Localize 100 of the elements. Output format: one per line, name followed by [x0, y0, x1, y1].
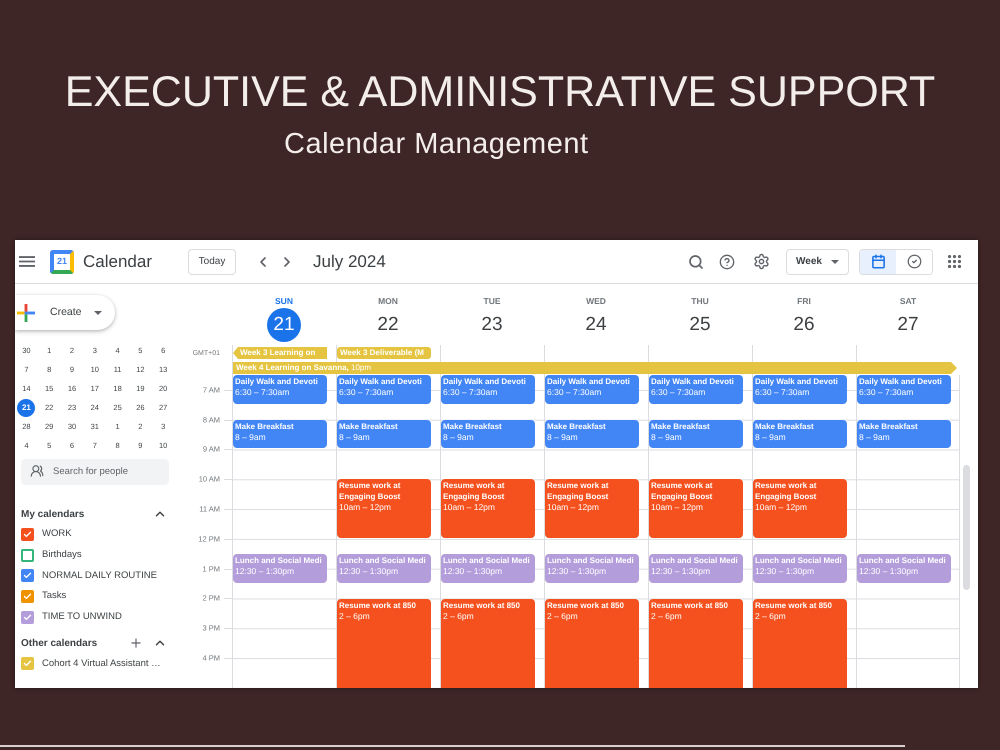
plus-icon	[17, 304, 35, 322]
event-time: 8 – 9am	[443, 432, 475, 443]
slide-subtitle: Calendar Management	[284, 128, 589, 161]
day-number[interactable]: 26	[787, 308, 821, 342]
calendar-event[interactable]: Daily Walk and Devoti 6:30 – 7:30am	[753, 375, 847, 404]
event-time: 2 – 6pm	[443, 610, 475, 622]
check-icon	[23, 612, 32, 622]
event-title: Make Breakfast	[235, 420, 295, 432]
calendar-event[interactable]: Make Breakfast 8 – 9am	[857, 420, 951, 448]
event-time: 12:30 – 1:30pm	[235, 566, 296, 577]
day-number[interactable]: 25	[683, 308, 717, 342]
settings-icon[interactable]	[753, 253, 770, 270]
event-title: Lunch and Social Medi	[235, 554, 323, 566]
calendar-event[interactable]: Daily Walk and Devoti 6:30 – 7:30am	[649, 375, 743, 404]
calendar-name: TIME TO UNWIND	[42, 610, 122, 624]
calendar-event[interactable]: Daily Walk and Devoti 6:30 – 7:30am	[337, 375, 431, 404]
event-title: Daily Walk and Devoti	[651, 376, 735, 387]
day-number[interactable]: 23	[475, 308, 509, 342]
current-period: July 2024	[313, 250, 386, 273]
event-time: 10am – 12pm	[547, 502, 600, 514]
event-title: Make Breakfast	[443, 420, 503, 432]
event-time: 12:30 – 1:30pm	[547, 566, 608, 577]
calendar-event[interactable]: Make Breakfast 8 – 9am	[545, 420, 639, 448]
checkbox[interactable]	[21, 590, 34, 603]
calendar-event[interactable]: Daily Walk and Devoti 6:30 – 7:30am	[441, 375, 535, 404]
weekday-label: SAT	[900, 296, 916, 306]
event-time: 2 – 6pm	[339, 610, 371, 622]
calendar-event[interactable]: Make Breakfast 8 – 9am	[441, 420, 535, 448]
event-title: Resume work at 850	[547, 600, 625, 610]
calendar-event[interactable]: Daily Walk and Devoti 6:30 – 7:30am	[857, 375, 951, 404]
search-field[interactable]: Search for people	[21, 458, 169, 484]
event-title: Daily Walk and Devoti	[339, 376, 423, 387]
event-title: Make Breakfast	[859, 420, 919, 432]
checkbox[interactable]	[21, 610, 34, 624]
calendar-event[interactable]: Make Breakfast 8 – 9am	[337, 420, 431, 448]
calendar-name: WORK	[42, 527, 72, 542]
check-icon	[23, 659, 32, 668]
event-time: 12:30 – 1:30pm	[755, 566, 816, 577]
event-time: 8 – 9am	[651, 432, 683, 443]
event-title: Resume work at Engaging Boost	[755, 480, 818, 502]
event-title: Daily Walk and Devoti	[443, 376, 527, 387]
plus-icon[interactable]	[129, 636, 143, 650]
event-title: Resume work at 850	[443, 600, 521, 610]
checkbox[interactable]	[21, 528, 34, 541]
event-title: Lunch and Social Medi	[651, 554, 739, 566]
event-title: Lunch and Social Medi	[443, 554, 531, 566]
calendar-icon	[870, 254, 886, 269]
caret-icon	[94, 310, 102, 314]
day-number[interactable]: 27	[891, 308, 925, 342]
checkbox[interactable]	[21, 657, 34, 670]
event-time: 12:30 – 1:30pm	[651, 566, 712, 577]
event-title: Daily Walk and Devoti	[547, 376, 631, 387]
event-title: Lunch and Social Medi	[859, 554, 947, 566]
today-button[interactable]: Today	[188, 248, 236, 274]
slide-title: EXECUTIVE & ADMINISTRATIVE SUPPORT	[64, 68, 936, 117]
calendar-event[interactable]: Make Breakfast 8 – 9am	[649, 420, 743, 448]
help-icon[interactable]	[719, 254, 735, 270]
day-number[interactable]: 21	[267, 308, 301, 342]
day-number[interactable]: 24	[579, 308, 613, 342]
event-time: 10am – 12pm	[755, 502, 808, 514]
calendar-event[interactable]: Make Breakfast 8 – 9am	[753, 420, 847, 448]
event-time: 6:30 – 7:30am	[859, 387, 914, 398]
weekday-label: FRI	[797, 296, 811, 306]
day-number[interactable]: 22	[371, 308, 405, 342]
event-title: Resume work at Engaging Boost	[651, 480, 714, 502]
create-button[interactable]: Create	[15, 295, 115, 330]
event-time: 8 – 9am	[859, 432, 891, 443]
menu-icon[interactable]	[19, 256, 35, 267]
check-icon	[23, 530, 32, 539]
search-icon[interactable]	[688, 254, 704, 270]
scrollbar[interactable]	[963, 465, 970, 590]
apps-grid-icon[interactable]	[946, 253, 963, 270]
event-title: Resume work at 850	[755, 600, 833, 610]
event-time: 6:30 – 7:30am	[235, 387, 290, 398]
calendar-name: Tasks	[42, 589, 66, 604]
event-time: 10am – 12pm	[443, 502, 496, 514]
checkbox[interactable]	[21, 548, 34, 562]
calendar-logo: 21	[50, 250, 74, 274]
event-time: 8 – 9am	[235, 432, 267, 443]
weekday-label: THU	[691, 296, 709, 306]
mini-calendar-day[interactable]: 21	[17, 398, 36, 416]
calendar-name: NORMAL DAILY ROUTINE	[42, 568, 157, 583]
calendar-event[interactable]: Daily Walk and Devoti 6:30 – 7:30am	[545, 375, 639, 404]
event-time: 8 – 9am	[547, 432, 579, 443]
view-toggle-button[interactable]	[860, 250, 896, 274]
event-title: Daily Walk and Devoti	[755, 376, 839, 387]
event-time: 2 – 6pm	[755, 610, 787, 622]
event-time: 6:30 – 7:30am	[339, 387, 394, 398]
checkbox[interactable]	[21, 569, 34, 582]
weekday-label: SUN	[275, 296, 293, 306]
calendar-event[interactable]: Daily Walk and Devoti 6:30 – 7:30am	[233, 375, 327, 404]
check-circle-icon	[906, 254, 922, 269]
event-time: 6:30 – 7:30am	[547, 387, 602, 398]
event-title: Daily Walk and Devoti	[235, 376, 319, 387]
event-title: Resume work at 850	[339, 600, 417, 610]
calendar-event[interactable]: Make Breakfast 8 – 9am	[233, 420, 327, 448]
check-icon	[23, 592, 32, 601]
caret-icon	[830, 260, 839, 264]
view-dropdown[interactable]: Week	[786, 248, 849, 274]
event-title: Resume work at Engaging Boost	[547, 480, 610, 502]
